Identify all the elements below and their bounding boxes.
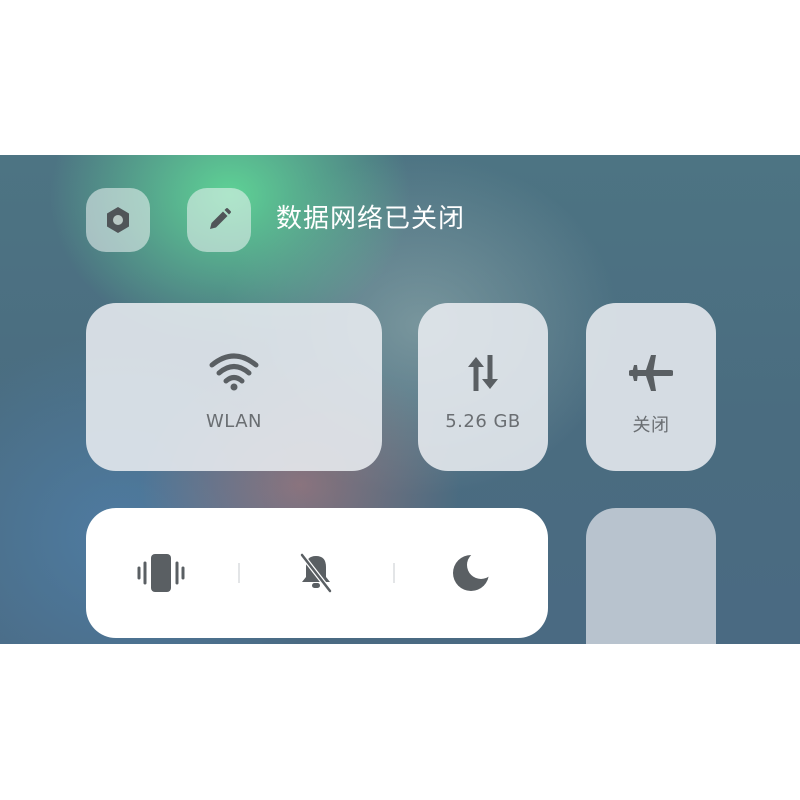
do-not-disturb-button[interactable]: [446, 548, 496, 598]
data-network-status-text: 数据网络已关闭: [276, 204, 466, 234]
pencil-edit-icon: [210, 208, 231, 229]
wlan-label: WLAN: [205, 411, 263, 432]
edit-button[interactable]: [187, 188, 251, 252]
separator: [238, 563, 240, 583]
wlan-tile[interactable]: WLAN: [86, 303, 382, 471]
moon-icon: [453, 551, 493, 591]
hexagon-settings-icon: [107, 207, 129, 233]
vibrate-icon: [137, 554, 185, 592]
wifi-icon: [209, 353, 259, 391]
screen: 数据网络已关闭 WLAN 5.26 GB 关闭: [0, 0, 800, 800]
vibrate-button[interactable]: [136, 548, 186, 598]
bell-muted-icon: [299, 552, 333, 594]
settings-button[interactable]: [86, 188, 150, 252]
airplane-mode-label: 关闭: [632, 415, 670, 436]
airplane-icon: [629, 355, 673, 391]
separator: [393, 563, 395, 583]
control-center-panel: 数据网络已关闭 WLAN 5.26 GB 关闭: [0, 155, 800, 644]
data-usage-label: 5.26 GB: [445, 411, 521, 432]
side-tile[interactable]: [586, 508, 716, 644]
sound-mode-bar: [86, 508, 548, 638]
data-transfer-arrows-icon: [468, 355, 498, 391]
mobile-data-tile[interactable]: 5.26 GB: [418, 303, 548, 471]
mute-button[interactable]: [291, 548, 341, 598]
airplane-mode-tile[interactable]: 关闭: [586, 303, 716, 471]
